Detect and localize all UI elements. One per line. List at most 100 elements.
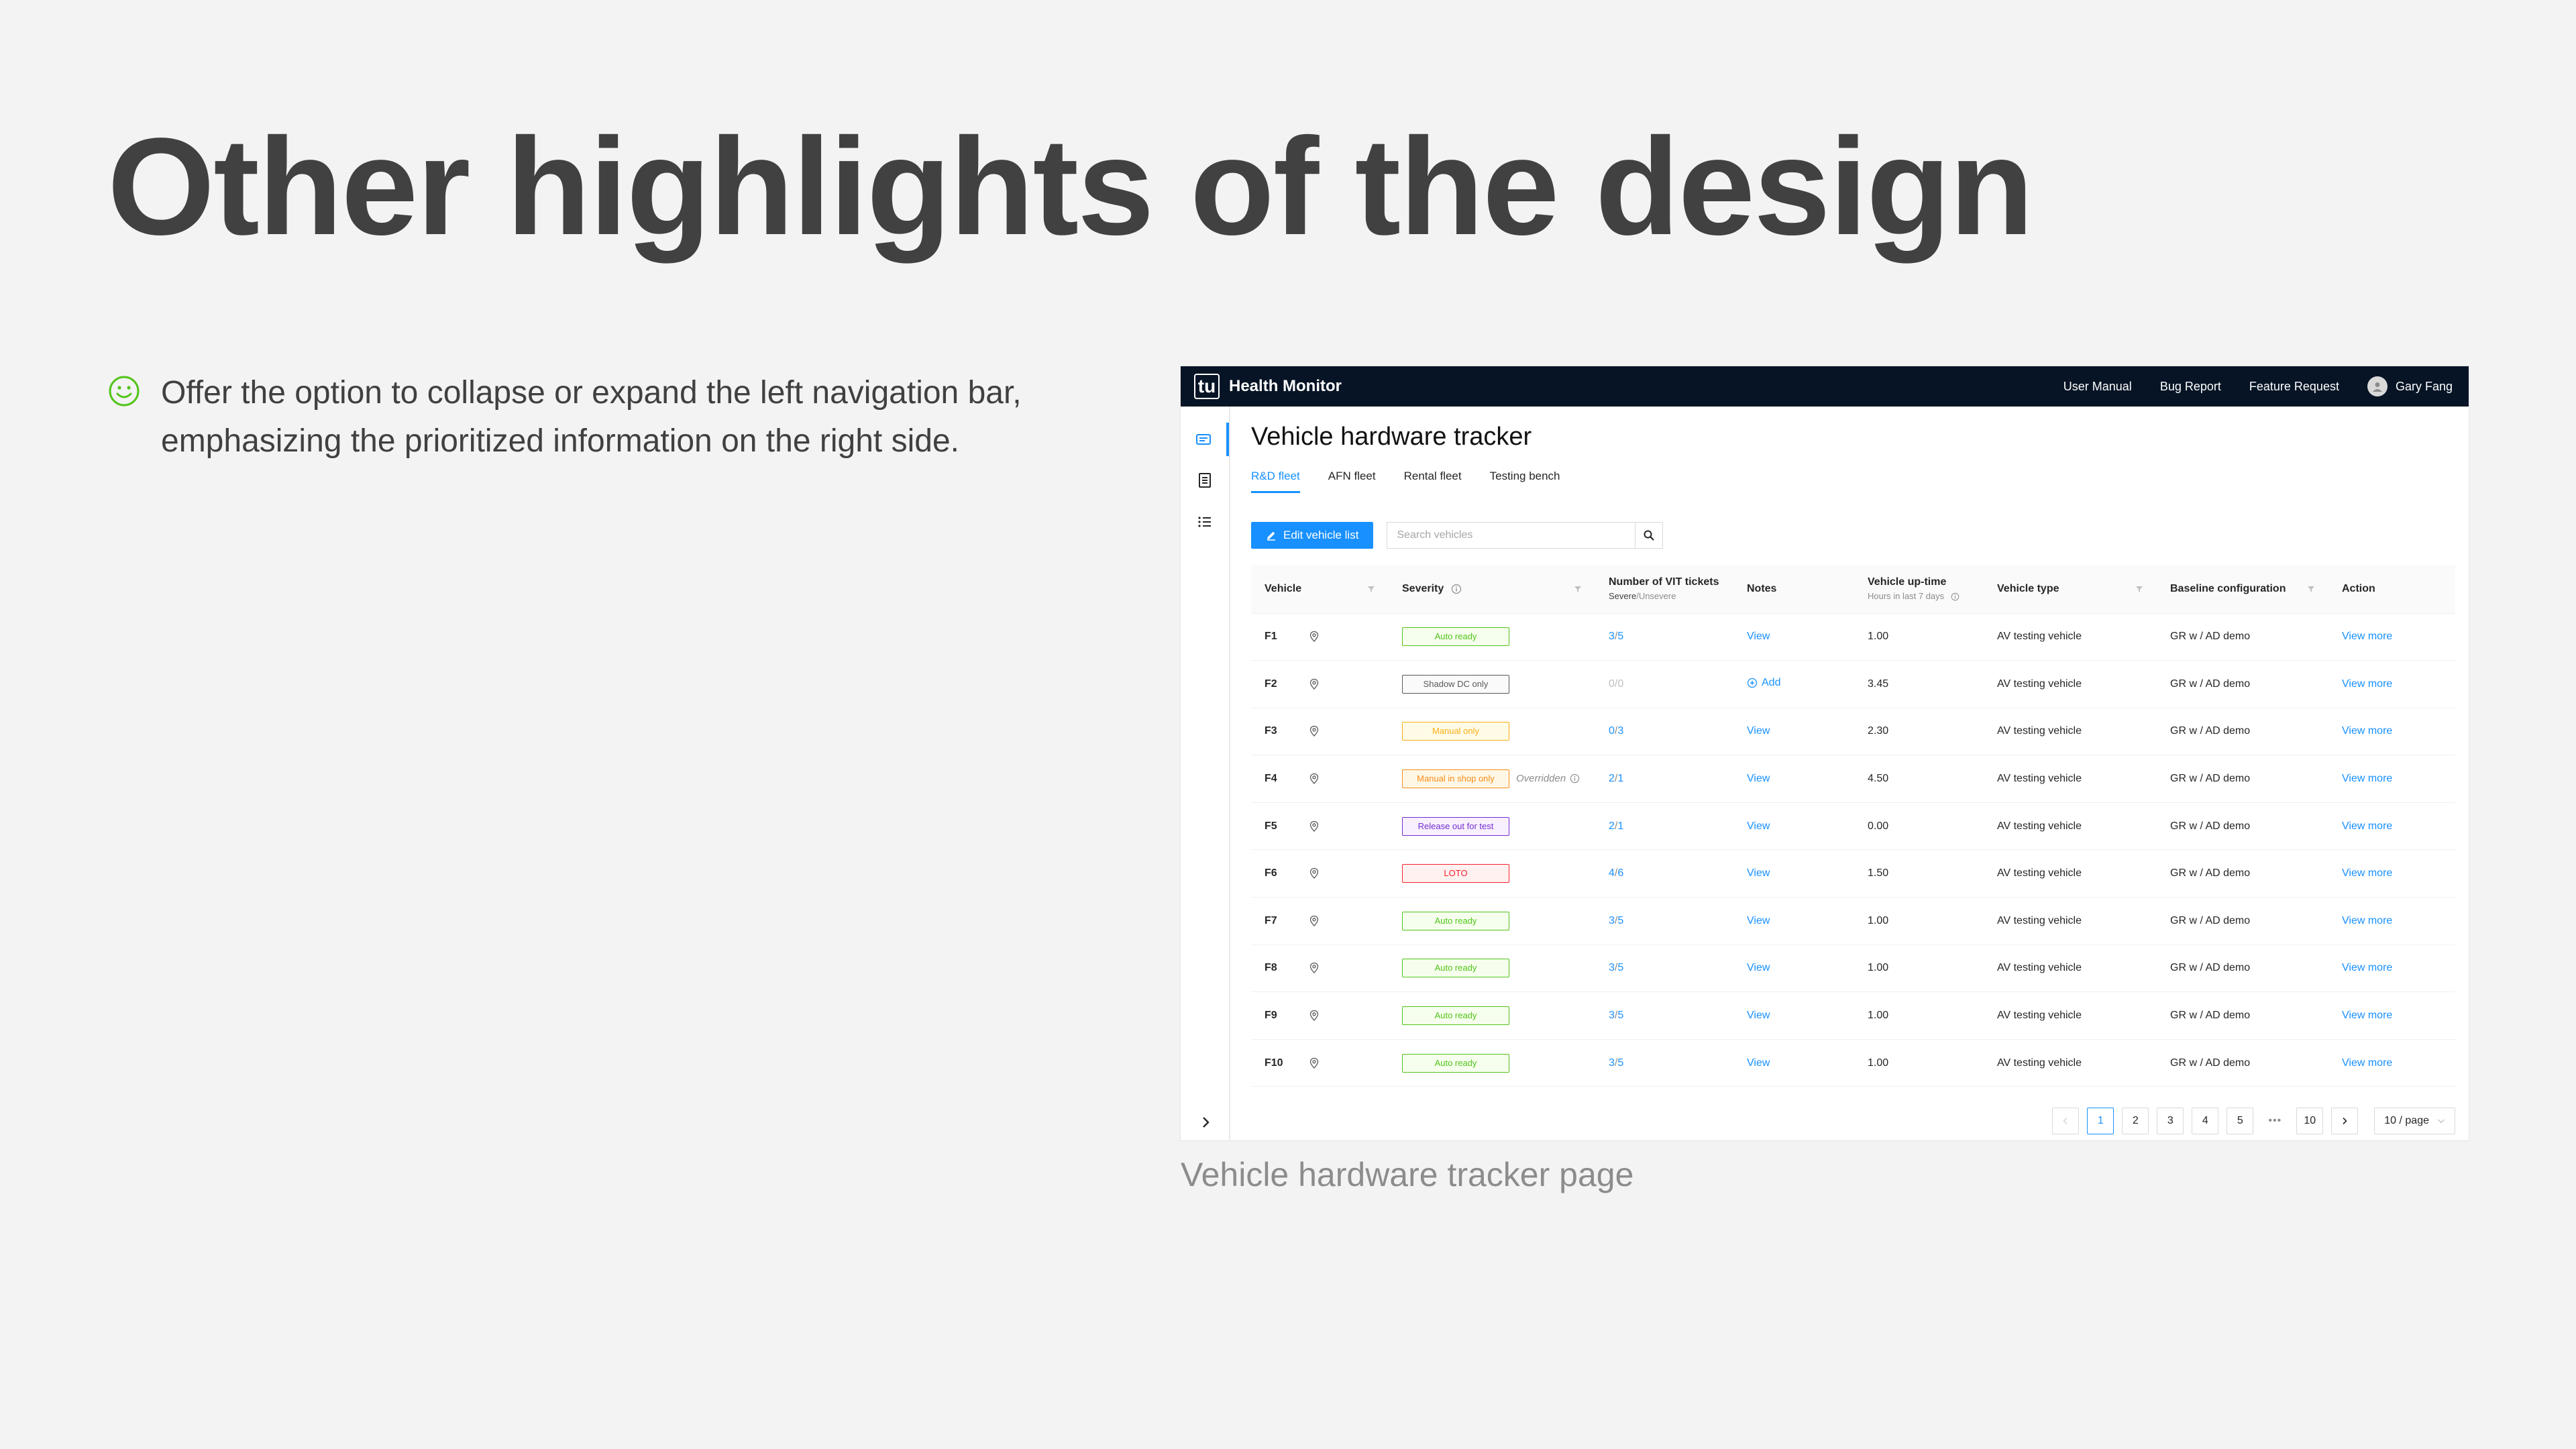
page-size-select[interactable]: 10 / page: [2374, 1108, 2455, 1134]
location-pin-icon[interactable]: [1309, 962, 1320, 974]
vehicle-id[interactable]: F1: [1265, 631, 1302, 643]
view-notes-link[interactable]: View: [1747, 1057, 1770, 1069]
severe-count-link[interactable]: 2: [1609, 773, 1615, 784]
vehicle-id[interactable]: F7: [1265, 915, 1302, 927]
filter-icon[interactable]: [1367, 585, 1375, 593]
vehicle-id[interactable]: F6: [1265, 867, 1302, 879]
view-more-link[interactable]: View more: [2342, 820, 2392, 832]
vehicle-id[interactable]: F5: [1265, 820, 1302, 833]
app-logo[interactable]: tu: [1194, 374, 1220, 399]
expand-nav-button[interactable]: [1194, 1111, 1217, 1134]
page-button[interactable]: 3: [2157, 1108, 2184, 1134]
location-pin-icon[interactable]: [1309, 915, 1320, 927]
view-more-link[interactable]: View more: [2342, 962, 2392, 973]
location-pin-icon[interactable]: [1309, 725, 1320, 737]
view-more-link[interactable]: View more: [2342, 867, 2392, 879]
view-more-link[interactable]: View more: [2342, 631, 2392, 642]
unsevere-count-link[interactable]: 6: [1617, 867, 1623, 879]
tab-rental-fleet[interactable]: Rental fleet: [1404, 470, 1462, 493]
view-more-link[interactable]: View more: [2342, 678, 2392, 690]
vehicle-id[interactable]: F8: [1265, 962, 1302, 974]
view-notes-link[interactable]: View: [1747, 820, 1770, 832]
vehicle-id[interactable]: F9: [1265, 1010, 1302, 1022]
vehicle-id[interactable]: F2: [1265, 678, 1302, 690]
unsevere-count-link[interactable]: 1: [1617, 820, 1623, 832]
info-icon[interactable]: [1951, 592, 1960, 601]
view-notes-link[interactable]: View: [1747, 915, 1770, 926]
vehicle-id[interactable]: F10: [1265, 1057, 1302, 1069]
view-notes-link[interactable]: View: [1747, 962, 1770, 973]
view-notes-link[interactable]: View: [1747, 1010, 1770, 1021]
unsevere-count-link[interactable]: 0: [1617, 678, 1623, 690]
page-button[interactable]: 4: [2192, 1108, 2219, 1134]
view-more-link[interactable]: View more: [2342, 725, 2392, 737]
filter-icon[interactable]: [2307, 585, 2315, 593]
unsevere-count-link[interactable]: 5: [1617, 631, 1623, 642]
unsevere-count-link[interactable]: 5: [1617, 915, 1623, 926]
unsevere-count-link[interactable]: 3: [1617, 725, 1623, 737]
search-button[interactable]: [1635, 522, 1664, 549]
edit-vehicle-list-button[interactable]: Edit vehicle list: [1251, 522, 1374, 549]
severe-count-link[interactable]: 3: [1609, 1010, 1615, 1021]
unsevere-count-link[interactable]: 1: [1617, 773, 1623, 784]
severe-count-link[interactable]: 0: [1609, 678, 1615, 690]
nav-user-manual[interactable]: User Manual: [2063, 380, 2132, 394]
view-notes-link[interactable]: View: [1747, 867, 1770, 879]
location-pin-icon[interactable]: [1309, 820, 1320, 833]
unsevere-count-link[interactable]: 5: [1617, 1010, 1623, 1021]
location-pin-icon[interactable]: [1309, 1057, 1320, 1069]
severity-cell: Manual only: [1389, 708, 1595, 756]
action-cell: View more: [2328, 755, 2455, 803]
tab-afn-fleet[interactable]: AFN fleet: [1328, 470, 1376, 493]
view-notes-link[interactable]: View: [1747, 631, 1770, 642]
tab-rd-fleet[interactable]: R&D fleet: [1251, 470, 1300, 493]
next-page-button[interactable]: [2331, 1108, 2359, 1134]
sidebar-item-list[interactable]: [1181, 505, 1229, 539]
severe-count-link[interactable]: 3: [1609, 631, 1615, 642]
filter-icon[interactable]: [1574, 585, 1582, 593]
view-more-link[interactable]: View more: [2342, 1057, 2392, 1069]
severe-count-link[interactable]: 2: [1609, 820, 1615, 832]
location-pin-icon[interactable]: [1309, 678, 1320, 690]
location-pin-icon[interactable]: [1309, 773, 1320, 785]
view-notes-link[interactable]: View: [1747, 725, 1770, 737]
unsevere-count-link[interactable]: 5: [1617, 1057, 1623, 1069]
page-button[interactable]: 5: [2226, 1108, 2254, 1134]
sidebar-item-documents[interactable]: [1181, 464, 1229, 497]
add-note-link[interactable]: Add: [1747, 677, 1780, 689]
vehicle-id[interactable]: F3: [1265, 725, 1302, 737]
page-ellipsis[interactable]: •••: [2261, 1115, 2288, 1127]
severe-count-link[interactable]: 3: [1609, 915, 1615, 926]
location-pin-icon[interactable]: [1309, 867, 1320, 879]
info-icon[interactable]: [1570, 773, 1580, 784]
vehicle-id[interactable]: F4: [1265, 773, 1302, 785]
page-button[interactable]: 2: [2122, 1108, 2149, 1134]
table-row: F4 Manual in shop only Overridden 2/1 View 4.…: [1251, 755, 2455, 803]
view-more-link[interactable]: View more: [2342, 773, 2392, 784]
filter-icon[interactable]: [2135, 585, 2143, 593]
severe-count-link[interactable]: 3: [1609, 1057, 1615, 1069]
location-pin-icon[interactable]: [1309, 1010, 1320, 1022]
nav-feature-request[interactable]: Feature Request: [2249, 380, 2339, 394]
user-menu[interactable]: Gary Fang: [2367, 376, 2453, 396]
nav-bug-report[interactable]: Bug Report: [2160, 380, 2221, 394]
prev-page-button[interactable]: [2052, 1108, 2080, 1134]
view-more-link[interactable]: View more: [2342, 1010, 2392, 1021]
tickets-cell: 3/5: [1595, 1039, 1733, 1087]
vehicle-type-cell: AV testing vehicle: [1984, 802, 2157, 851]
unsevere-count-link[interactable]: 5: [1617, 962, 1623, 973]
baseline-cell: GR w / AD demo: [2157, 849, 2328, 898]
view-notes-link[interactable]: View: [1747, 773, 1770, 784]
app-name[interactable]: Health Monitor: [1229, 377, 1342, 396]
sidebar-item-tracker[interactable]: [1181, 423, 1229, 456]
tab-testing-bench[interactable]: Testing bench: [1490, 470, 1560, 493]
info-icon[interactable]: [1451, 584, 1462, 594]
severe-count-link[interactable]: 4: [1609, 867, 1615, 879]
severe-count-link[interactable]: 0: [1609, 725, 1615, 737]
location-pin-icon[interactable]: [1309, 631, 1320, 643]
page-button[interactable]: 1: [2087, 1108, 2114, 1134]
view-more-link[interactable]: View more: [2342, 915, 2392, 926]
search-input[interactable]: [1387, 522, 1635, 549]
severe-count-link[interactable]: 3: [1609, 962, 1615, 973]
page-button-last[interactable]: 10: [2296, 1108, 2324, 1134]
